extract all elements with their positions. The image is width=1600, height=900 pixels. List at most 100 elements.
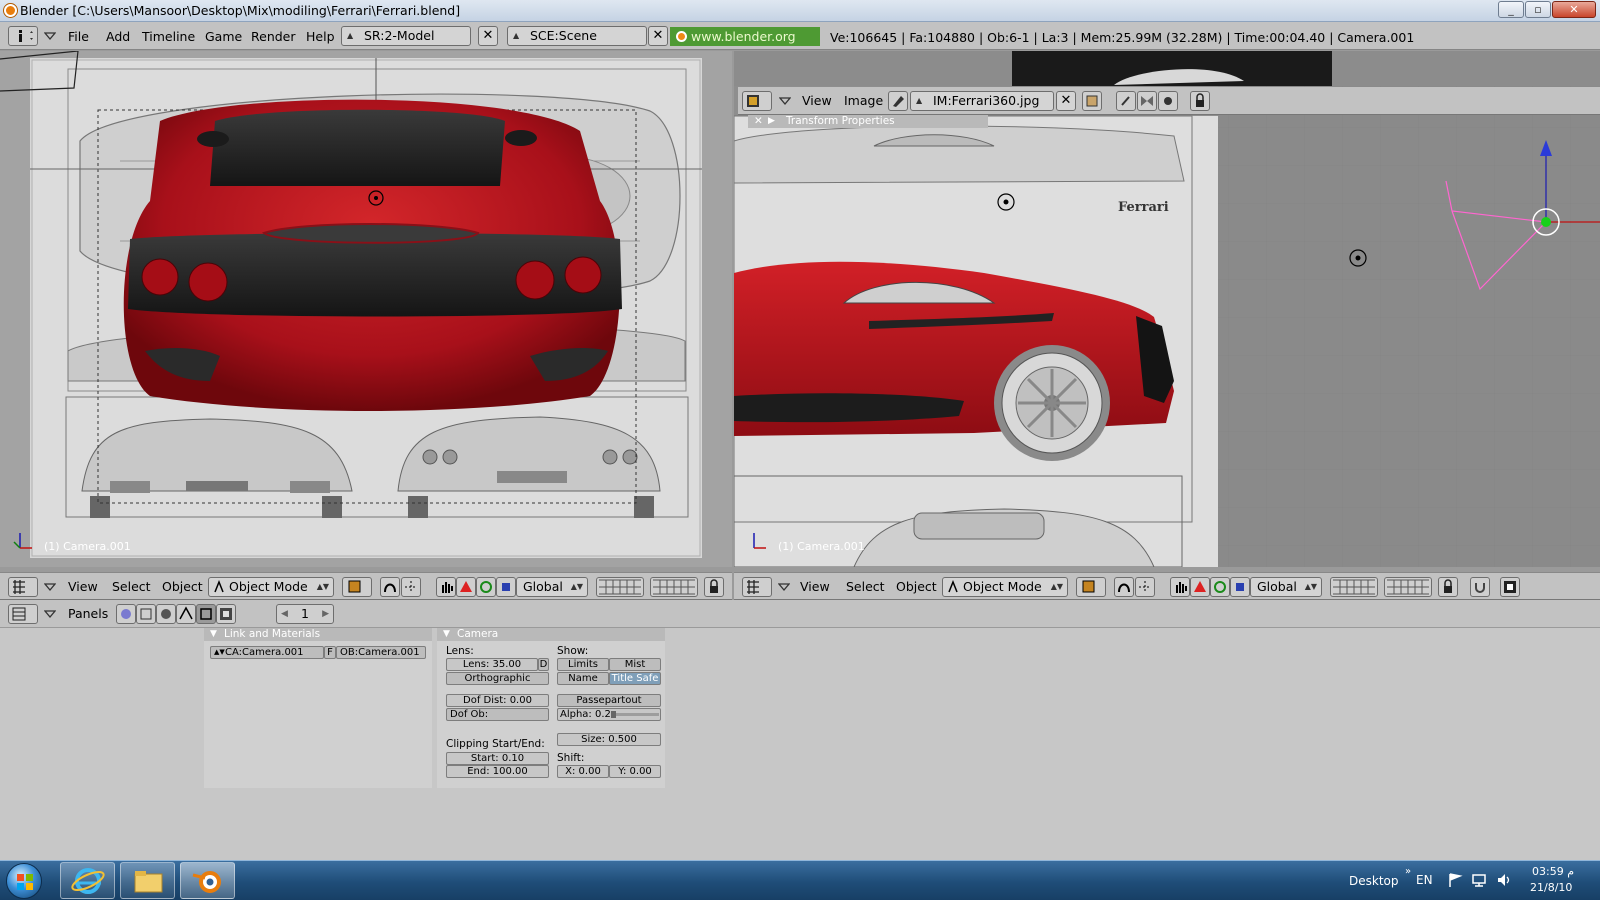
show-limits-toggle[interactable]: Limits [557, 658, 609, 671]
left-window-type-button[interactable] [8, 577, 38, 597]
buttons-window-type-button[interactable] [8, 604, 38, 624]
show-desktop-chevron-icon[interactable]: » [1405, 866, 1411, 877]
alpha-slider-thumb[interactable] [611, 711, 616, 718]
right-layers-row2[interactable] [1384, 577, 1432, 597]
left-pivot-button[interactable] [380, 577, 400, 597]
minimize-button[interactable]: _ [1498, 1, 1524, 18]
close-icon[interactable]: ✕ [754, 115, 763, 128]
camera-data-field[interactable]: ▲▼ CA:Camera.001 [210, 646, 324, 659]
right-lock-button[interactable] [1438, 577, 1458, 597]
expand-triangle-icon[interactable]: ▶ [768, 115, 775, 128]
show-title-safe-toggle[interactable]: Title Safe [609, 672, 661, 685]
clock-date[interactable]: 21/8/10 [1530, 881, 1572, 894]
collapse-menu-icon[interactable] [778, 582, 790, 592]
window-type-info-button[interactable] [8, 26, 38, 46]
right-menu-select[interactable]: Select [846, 579, 885, 594]
frame-number-field[interactable]: ◀ 1 ▶ [276, 604, 334, 624]
image-channel-button[interactable] [1137, 91, 1157, 111]
close-button[interactable]: ✕ [1552, 1, 1596, 18]
right-render-button[interactable] [1500, 577, 1520, 597]
menu-help[interactable]: Help [306, 29, 335, 44]
left-menu-view[interactable]: View [68, 579, 98, 594]
show-mist-toggle[interactable]: Mist [609, 658, 661, 671]
right-menu-object[interactable]: Object [896, 579, 937, 594]
increment-arrow-icon[interactable]: ▶ [322, 605, 329, 623]
shift-x-field[interactable]: X: 0.00 [557, 765, 609, 778]
desktop-toolbar[interactable]: Desktop [1349, 874, 1399, 888]
menu-file[interactable]: File [68, 29, 89, 44]
left-draw-type-button[interactable] [342, 577, 372, 597]
right-translate-button[interactable] [1190, 577, 1210, 597]
image-dot-button[interactable] [1158, 91, 1178, 111]
left-move-center-button[interactable] [401, 577, 421, 597]
show-name-toggle[interactable]: Name [557, 672, 609, 685]
volume-icon[interactable] [1496, 872, 1512, 888]
object-name-field[interactable]: OB:Camera.001 [336, 646, 426, 659]
shift-y-field[interactable]: Y: 0.00 [609, 765, 661, 778]
right-orientation-select[interactable]: Global ▲▼ [1250, 577, 1322, 597]
fake-user-button[interactable]: F [324, 646, 336, 659]
right-scale-button[interactable] [1230, 577, 1250, 597]
camera-panel-header[interactable]: ▼ Camera [437, 628, 665, 641]
menu-game[interactable]: Game [205, 29, 242, 44]
right-layers-row1[interactable] [1330, 577, 1378, 597]
left-rotate-button[interactable] [476, 577, 496, 597]
scene-delete-button[interactable]: ✕ [648, 26, 668, 46]
editing-context-button[interactable] [196, 604, 216, 624]
lens-degrees-toggle[interactable]: D [538, 658, 549, 671]
left-mode-select[interactable]: Object Mode ▲▼ [208, 577, 334, 597]
menu-add[interactable]: Add [106, 29, 130, 44]
lens-field[interactable]: Lens: 35.00 [446, 658, 538, 671]
right-mode-select[interactable]: Object Mode ▲▼ [942, 577, 1068, 597]
right-rotate-button[interactable] [1210, 577, 1230, 597]
scene-select[interactable]: ▲ SCE:Scene [507, 26, 647, 46]
right-3d-viewport[interactable]: Ferrari View Image ▲ IM:Ferrari360.jpg ✕ … [734, 51, 1600, 567]
screen-select[interactable]: ▲ SR:2-Model [341, 26, 471, 46]
image-menu-image[interactable]: Image [844, 93, 883, 108]
taskbar-blender[interactable] [180, 862, 235, 899]
passepartout-alpha-slider[interactable]: Alpha: 0.2 [557, 708, 661, 721]
left-orientation-select[interactable]: Global ▲▼ [516, 577, 588, 597]
left-layers-row1[interactable] [596, 577, 644, 597]
clip-start-field[interactable]: Start: 0.10 [446, 752, 549, 765]
object-context-button[interactable] [176, 604, 196, 624]
panel-collapse-icon[interactable]: ▼ [210, 628, 217, 641]
screen-delete-button[interactable]: ✕ [478, 26, 498, 46]
taskbar-internet-explorer[interactable] [60, 862, 115, 899]
right-menu-view[interactable]: View [800, 579, 830, 594]
image-select[interactable]: ▲ IM:Ferrari360.jpg [910, 91, 1054, 111]
right-move-center-button[interactable] [1135, 577, 1155, 597]
right-snap-button[interactable] [1470, 577, 1490, 597]
image-menu-view[interactable]: View [802, 93, 832, 108]
dof-distance-field[interactable]: Dof Dist: 0.00 [446, 694, 549, 707]
passepartout-toggle[interactable]: Passepartout [557, 694, 661, 707]
left-translate-button[interactable] [456, 577, 476, 597]
transform-properties-panel[interactable]: ✕ ▶ Transform Properties [748, 115, 988, 128]
language-indicator[interactable]: EN [1416, 873, 1433, 887]
orthographic-toggle[interactable]: Orthographic [446, 672, 549, 685]
left-layers-row2[interactable] [650, 577, 698, 597]
scene-context-button[interactable] [216, 604, 236, 624]
right-pivot-button[interactable] [1114, 577, 1134, 597]
left-menu-object[interactable]: Object [162, 579, 203, 594]
shading-context-button[interactable] [156, 604, 176, 624]
left-lock-button[interactable] [704, 577, 724, 597]
menu-render[interactable]: Render [251, 29, 296, 44]
collapse-menu-icon[interactable] [44, 609, 56, 619]
right-manipulator-toggle[interactable] [1170, 577, 1190, 597]
collapse-menu-icon[interactable] [44, 582, 56, 592]
left-manipulator-toggle[interactable] [436, 577, 456, 597]
collapse-menu-icon[interactable] [44, 31, 56, 41]
image-sync-button[interactable] [1116, 91, 1136, 111]
left-menu-select[interactable]: Select [112, 579, 151, 594]
image-pack-button[interactable] [1082, 91, 1102, 111]
image-lock-button[interactable] [1190, 91, 1210, 111]
clock-time[interactable]: 03:59 م [1532, 865, 1574, 878]
maximize-button[interactable]: ▫ [1525, 1, 1551, 18]
logic-context-button[interactable] [116, 604, 136, 624]
action-center-flag-icon[interactable] [1447, 872, 1463, 888]
image-window-type-button[interactable] [742, 91, 772, 111]
panel-collapse-icon[interactable]: ▼ [443, 628, 450, 641]
image-unlink-button[interactable]: ✕ [1056, 91, 1076, 111]
left-scale-button[interactable] [496, 577, 516, 597]
